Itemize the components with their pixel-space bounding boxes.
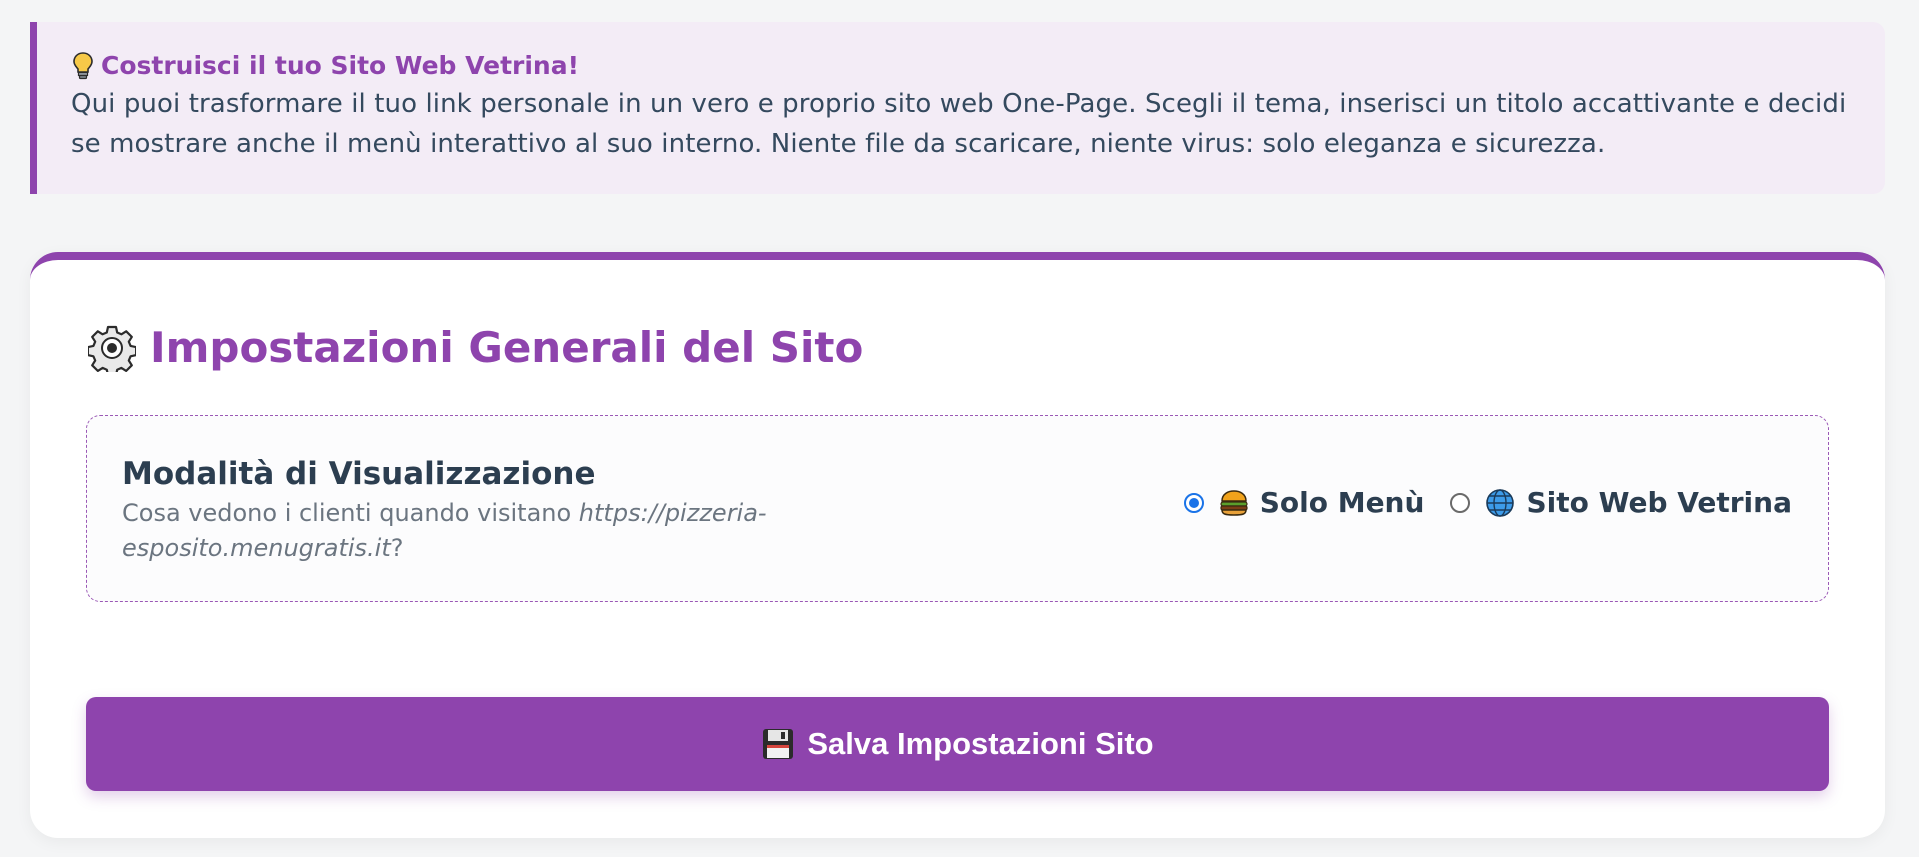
section-title-text: Impostazioni Generali del Sito xyxy=(150,323,864,372)
description-suffix: ? xyxy=(390,534,404,562)
section-title: Impostazioni Generali del Sito xyxy=(88,320,863,376)
radio-option-sito-web[interactable]: Sito Web Vetrina xyxy=(1450,486,1792,519)
display-mode-title: Modalità di Visualizzazione xyxy=(122,456,596,492)
settings-card: Impostazioni Generali del Sito Modalità … xyxy=(30,252,1885,838)
radio-solo-menu[interactable] xyxy=(1183,492,1204,513)
display-mode-box: Modalità di Visualizzazione Cosa vedono … xyxy=(86,415,1829,602)
page-container: Costruisci il tuo Sito Web Vetrina! Qui … xyxy=(30,22,1885,838)
radio-label-sito-web: Sito Web Vetrina xyxy=(1526,486,1792,519)
description-prefix: Cosa vedono i clienti quando visitano xyxy=(122,499,579,527)
display-mode-radio-group: Solo Menù Sito Web Vetrina xyxy=(1183,486,1792,519)
floppy-disk-icon xyxy=(763,729,794,759)
lightbulb-icon xyxy=(71,51,95,81)
radio-label-solo-menu: Solo Menù xyxy=(1259,486,1425,519)
globe-icon xyxy=(1486,488,1515,517)
burger-icon xyxy=(1220,489,1248,516)
save-settings-button[interactable]: Salva Impostazioni Sito xyxy=(86,697,1829,791)
info-banner: Costruisci il tuo Sito Web Vetrina! Qui … xyxy=(30,22,1885,194)
radio-option-solo-menu[interactable]: Solo Menù xyxy=(1183,486,1425,519)
info-title: Costruisci il tuo Sito Web Vetrina! xyxy=(71,49,1855,83)
radio-sito-web[interactable] xyxy=(1450,492,1471,513)
info-description: Qui puoi trasformare il tuo link persona… xyxy=(71,89,1847,159)
gear-icon xyxy=(88,325,136,372)
info-title-text: Costruisci il tuo Sito Web Vetrina! xyxy=(101,51,579,80)
save-button-label: Salva Impostazioni Sito xyxy=(807,726,1154,761)
display-mode-description: Cosa vedono i clienti quando visitano ht… xyxy=(122,496,822,566)
